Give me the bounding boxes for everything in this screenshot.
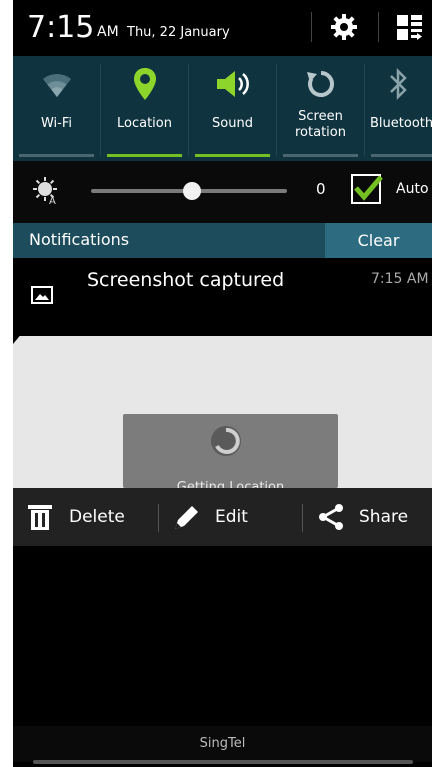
qs-tile-sound[interactable]: Sound: [189, 56, 276, 161]
brightness-slider-thumb[interactable]: [183, 182, 201, 200]
notification-item[interactable]: Screenshot captured 7:15 AM: [13, 258, 432, 332]
quick-panel-grid-icon[interactable]: [395, 12, 425, 42]
action-divider: [158, 504, 159, 532]
edit-button[interactable]: Edit: [173, 488, 248, 546]
location-icon: [101, 66, 188, 102]
qs-indicator-location: [107, 154, 182, 157]
qs-label-wifi: Wi-Fi: [40, 116, 72, 131]
qs-label-bluetooth: Bluetooth: [370, 116, 432, 131]
wifi-icon: [13, 66, 100, 102]
brightness-value: 0: [316, 180, 326, 198]
sound-icon: [189, 66, 276, 102]
auto-brightness-icon: A: [33, 177, 61, 209]
action-divider: [302, 504, 303, 532]
screenshot-preview[interactable]: Getting Location: [13, 336, 432, 488]
notifications-header: Notifications Clear: [13, 223, 432, 258]
bluetooth-icon: [365, 66, 432, 102]
qs-tile-location[interactable]: Location: [101, 56, 188, 161]
qs-tile-screen-rotation[interactable]: Screen rotation: [277, 56, 364, 161]
checkmark-icon: [354, 175, 383, 201]
share-label: Share: [359, 507, 409, 527]
notifications-title: Notifications: [29, 230, 130, 249]
qs-label-sound: Sound: [212, 116, 253, 131]
qs-tile-wifi[interactable]: Wi-Fi: [13, 56, 100, 161]
preview-corner: [13, 332, 23, 344]
qs-tile-bluetooth[interactable]: Bluetooth: [365, 56, 432, 161]
notification-shade: 7:15 AM Thu, 22 January Wi-Fi Location S…: [13, 0, 432, 767]
brightness-row: A 0 Auto: [13, 161, 432, 223]
status-header: 7:15 AM Thu, 22 January: [13, 0, 432, 56]
settings-gear-icon[interactable]: [329, 12, 359, 42]
delete-button[interactable]: Delete: [27, 488, 125, 546]
share-button[interactable]: Share: [317, 488, 408, 546]
carrier-footer: SingTel: [13, 726, 432, 762]
clock-ampm: AM: [97, 24, 119, 40]
qs-indicator-bluetooth: [371, 154, 432, 157]
auto-brightness-label: Auto: [396, 181, 429, 197]
edit-label: Edit: [215, 507, 248, 527]
pencil-icon: [175, 506, 198, 529]
qs-indicator-rotation: [283, 154, 358, 157]
carrier-label: SingTel: [199, 736, 246, 751]
qs-label-rotation: Screen rotation: [295, 109, 346, 140]
notification-title: Screenshot captured: [87, 269, 285, 291]
quick-settings-panel: Wi-Fi Location Sound Screen rotation Blu…: [13, 56, 432, 161]
loading-dialog: Getting Location: [123, 414, 338, 488]
rotation-icon: [277, 66, 364, 102]
shade-drag-handle[interactable]: [33, 760, 413, 764]
clock-date: Thu, 22 January: [127, 25, 230, 40]
auto-brightness-checkbox[interactable]: [351, 174, 383, 204]
loading-text: Getting Location: [176, 480, 285, 488]
clock-time: 7:15: [27, 10, 95, 45]
qs-indicator-wifi: [19, 154, 94, 157]
trash-icon: [28, 505, 52, 530]
header-divider: [311, 12, 312, 42]
svg-text:A: A: [49, 196, 56, 205]
qs-label-location: Location: [117, 116, 172, 131]
screenshot-action-bar: Delete Edit Share: [13, 488, 432, 546]
loading-spinner-icon: [211, 426, 241, 456]
clear-notifications-button[interactable]: Clear: [325, 223, 432, 258]
header-divider: [378, 12, 379, 42]
image-icon: [31, 286, 53, 304]
delete-label: Delete: [69, 507, 125, 527]
share-icon: [319, 504, 343, 530]
qs-indicator-sound: [195, 154, 270, 157]
notification-time: 7:15 AM: [371, 271, 429, 287]
